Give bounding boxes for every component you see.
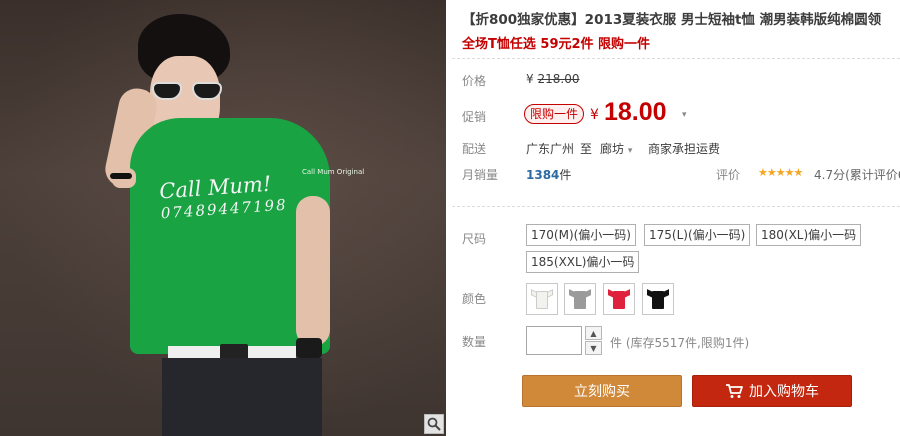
monthly-sales: 1384件	[526, 166, 571, 183]
monthly-sales-count: 1384	[526, 168, 560, 182]
color-label: 颜色	[462, 292, 487, 306]
delivery-destination: 廊坊	[600, 142, 625, 156]
size-option-180[interactable]: 180(XL)偏小一码	[756, 224, 862, 246]
stock-info: 件 (库存5517件,限购1件)	[610, 336, 750, 350]
rating-stars: ★★★★★	[758, 166, 803, 179]
tshirt-icon	[608, 289, 630, 309]
magnifier-icon	[427, 417, 441, 431]
quantity-input[interactable]	[526, 326, 582, 355]
sunglasses	[152, 82, 224, 102]
model-right-arm	[296, 196, 330, 346]
original-price-value: 218.00	[537, 72, 580, 86]
color-swatch-white[interactable]	[526, 283, 558, 315]
buy-now-button[interactable]: 立刻购买	[522, 375, 682, 407]
wristwatch	[296, 338, 322, 358]
size-option-170[interactable]: 170(M)(偏小一码)	[526, 224, 636, 246]
shipping-note: 商家承担运费	[648, 142, 721, 156]
delivery-to-word: 至	[580, 142, 593, 156]
product-info: 【折800独家优惠】2013夏装衣服 男士短袖t恤 潮男装韩版纯棉圆领 全场T恤…	[452, 0, 900, 436]
shirt-print: Call Mum! 07489447198	[159, 172, 289, 225]
divider	[452, 58, 900, 59]
currency-symbol: ¥	[526, 72, 534, 86]
price-label: 价格	[462, 74, 487, 88]
product-subtitle: 全场T恤任选 59元2件 限购一件	[462, 37, 651, 52]
promo-currency: ¥	[590, 107, 599, 123]
promo-price: 18.00	[604, 98, 667, 126]
zoom-button[interactable]	[424, 414, 444, 434]
delivery-destination-select[interactable]: 廊坊 ▾	[600, 140, 632, 157]
sunglasses-lens-left	[152, 82, 182, 100]
shopping-cart-icon	[726, 384, 743, 398]
delivery-from: 广东广州	[526, 142, 575, 156]
color-swatch-black[interactable]	[642, 283, 674, 315]
color-swatch-red[interactable]	[603, 283, 635, 315]
product-title: 【折800独家优惠】2013夏装衣服 男士短袖t恤 潮男装韩版纯棉圆领	[462, 12, 882, 28]
quantity-label: 数量	[462, 335, 487, 349]
sunglasses-lens-right	[192, 82, 222, 100]
promo-label: 促销	[462, 110, 487, 124]
original-price: ¥ 218.00	[526, 72, 579, 86]
quantity-decrease-button[interactable]: ▼	[585, 341, 602, 355]
sleeve-tag: Call Mum Original	[302, 168, 365, 176]
bracelet	[110, 173, 132, 179]
rating-score[interactable]: 4.7分(累计评价6	[814, 166, 900, 183]
add-to-cart-button[interactable]: 加入购物车	[692, 375, 852, 407]
promo-chevron-down-icon[interactable]: ▾	[682, 110, 687, 120]
jeans	[162, 358, 322, 436]
chevron-down-icon: ▾	[627, 146, 633, 156]
rating-label: 评价	[716, 168, 741, 182]
product-image[interactable]: Call Mum! 07489447198 Call Mum Original	[0, 0, 446, 436]
size-option-185[interactable]: 185(XXL)偏小一码	[526, 251, 640, 273]
buy-now-label: 立刻购买	[574, 384, 630, 400]
tshirt-icon	[569, 289, 591, 309]
quantity-increase-button[interactable]: ▲	[585, 326, 602, 340]
promo-badge: 限购一件	[524, 104, 585, 124]
monthly-sales-unit: 件	[559, 168, 572, 182]
tshirt-icon	[531, 289, 553, 309]
divider	[452, 206, 900, 207]
size-label: 尺码	[462, 232, 487, 246]
monthly-sales-label: 月销量	[462, 168, 499, 182]
tshirt-icon	[647, 289, 669, 309]
color-swatch-grey[interactable]	[564, 283, 596, 315]
size-option-175[interactable]: 175(L)(偏小一码)	[644, 224, 751, 246]
add-to-cart-label: 加入购物车	[749, 384, 819, 400]
delivery-label: 配送	[462, 142, 487, 156]
